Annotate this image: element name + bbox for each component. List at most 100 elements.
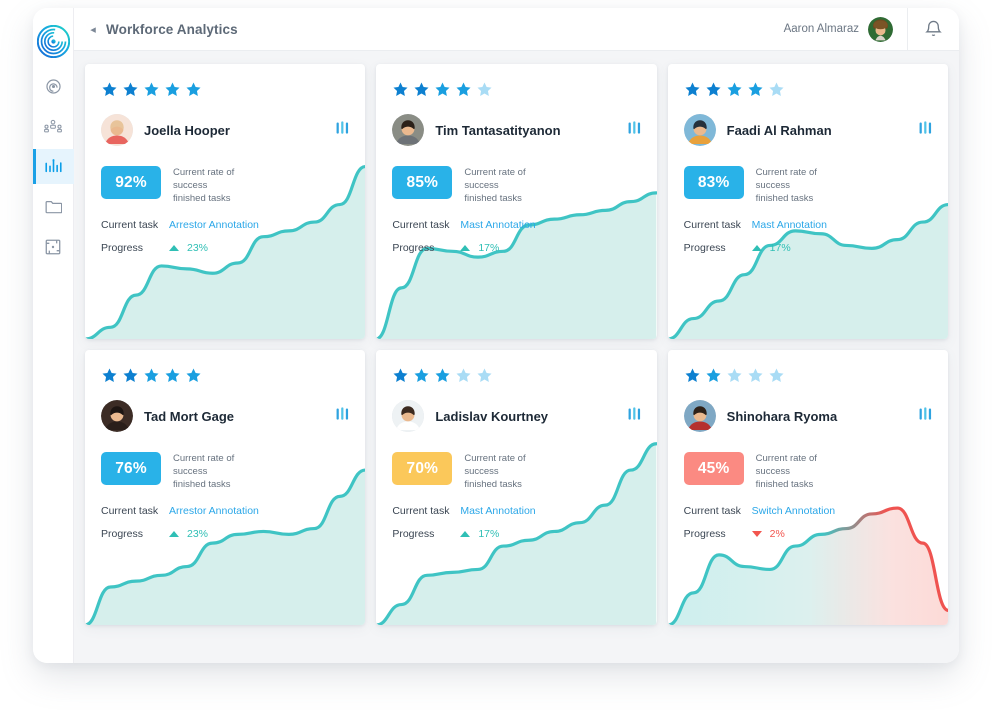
equalizer-icon[interactable] [628, 406, 641, 426]
success-rate-badge: 85% [392, 166, 453, 199]
star-icon[interactable] [726, 367, 743, 384]
success-rate-badge: 70% [392, 452, 453, 485]
star-icon[interactable] [413, 367, 430, 384]
equalizer-icon[interactable] [628, 120, 641, 140]
current-task-label: Current task [392, 505, 450, 518]
progress-label: Progress [683, 242, 726, 255]
back-button[interactable]: ◂ [74, 8, 102, 51]
progress-up-arrow-icon [460, 245, 471, 252]
star-icon[interactable] [705, 81, 722, 98]
employee-card[interactable]: Tad Mort Gage 76% Current rate of success fi… [85, 350, 366, 625]
wifi-spiral-icon [45, 79, 61, 94]
card-body: Shinohara Ryoma 45% Current rate of success… [668, 350, 948, 540]
sidebar-item-analytics[interactable] [33, 149, 74, 184]
current-task-label: Current task [683, 505, 741, 518]
star-icon[interactable] [726, 81, 743, 98]
star-rating[interactable] [392, 81, 640, 98]
current-task-link[interactable]: Arrestor Annotation [169, 219, 259, 231]
progress-label: Progress [101, 528, 144, 541]
employee-card[interactable]: Ladislav Kourtney 70% Current rate of succe… [376, 350, 657, 625]
star-icon[interactable] [122, 81, 139, 98]
success-rate-badge: 83% [683, 166, 744, 199]
progress-label: Progress [683, 528, 726, 541]
star-icon[interactable] [455, 81, 472, 98]
star-icon[interactable] [768, 81, 785, 98]
star-icon[interactable] [413, 81, 430, 98]
progress-value: 17% [478, 528, 500, 541]
star-icon[interactable] [101, 367, 118, 384]
success-rate-label: Current rate of success finished tasks [173, 453, 235, 490]
star-icon[interactable] [455, 367, 472, 384]
sidebar-item-teams[interactable] [33, 109, 74, 144]
star-icon[interactable] [101, 81, 118, 98]
progress-up-arrow-icon [169, 531, 179, 538]
current-task-link[interactable]: Mast Annotation [460, 505, 535, 517]
equalizer-icon[interactable] [336, 120, 349, 140]
current-task-link[interactable]: Switch Annotation [752, 505, 835, 517]
person-row: Faadi Al Rahman [683, 114, 932, 146]
person-name: Joella Hooper [144, 122, 230, 138]
top-bar: ◂ Workforce Analytics Aaron Almaraz [74, 8, 959, 51]
star-icon[interactable] [476, 81, 493, 98]
star-rating[interactable] [392, 367, 640, 384]
sidebar-item-files[interactable] [33, 189, 74, 224]
person-row: Ladislav Kourtney [392, 400, 640, 432]
avatar [392, 114, 425, 146]
employee-card[interactable]: Joella Hooper 92% Current rate of success fi… [85, 64, 366, 339]
star-rating[interactable] [684, 367, 932, 384]
star-icon[interactable] [185, 81, 202, 98]
spiral-logo-icon [36, 24, 70, 58]
star-icon[interactable] [434, 367, 451, 384]
current-task-row: Current task Arrestor Annotation [101, 219, 349, 231]
user-chip[interactable]: Aaron Almaraz [784, 8, 908, 51]
equalizer-icon[interactable] [919, 406, 932, 426]
success-rate-label: Current rate of success finished tasks [173, 167, 235, 204]
card-body: Joella Hooper 92% Current rate of success fi… [85, 64, 365, 254]
employee-card-grid: Joella Hooper 92% Current rate of success fi… [85, 64, 948, 625]
star-icon[interactable] [768, 367, 785, 384]
current-task-link[interactable]: Arrestor Annotation [169, 505, 259, 517]
folder-icon [45, 201, 62, 214]
star-icon[interactable] [143, 81, 160, 98]
card-body: Faadi Al Rahman 83% Current rate of success… [668, 64, 948, 254]
sidebar [33, 8, 74, 663]
star-icon[interactable] [122, 367, 139, 384]
progress-label: Progress [392, 242, 435, 255]
progress-value: 23% [187, 242, 209, 255]
star-icon[interactable] [684, 367, 701, 384]
progress-value: 23% [187, 528, 209, 541]
star-icon[interactable] [684, 81, 701, 98]
current-task-link[interactable]: Mast Annotation [752, 219, 827, 231]
success-rate-row: 83% Current rate of success finished tasks [683, 166, 932, 205]
star-icon[interactable] [392, 367, 409, 384]
star-icon[interactable] [143, 367, 160, 384]
person-name: Tad Mort Gage [144, 408, 235, 424]
employee-card[interactable]: Tim Tantasatityanon 85% Current rate of suc… [376, 64, 657, 339]
progress-value: 2% [769, 528, 785, 541]
notifications-button[interactable] [908, 8, 959, 51]
app-logo[interactable] [33, 18, 74, 64]
current-task-label: Current task [392, 219, 450, 232]
star-icon[interactable] [747, 81, 764, 98]
star-rating[interactable] [101, 81, 349, 98]
person-name: Shinohara Ryoma [726, 408, 838, 424]
sidebar-item-workspace[interactable] [33, 229, 74, 264]
star-icon[interactable] [434, 81, 451, 98]
star-icon[interactable] [185, 367, 202, 384]
star-icon[interactable] [476, 367, 493, 384]
sidebar-item-signal[interactable] [33, 69, 74, 104]
star-icon[interactable] [705, 367, 722, 384]
star-rating[interactable] [101, 367, 349, 384]
star-icon[interactable] [164, 81, 181, 98]
person-row: Shinohara Ryoma [683, 400, 932, 432]
employee-card[interactable]: Faadi Al Rahman 83% Current rate of success… [667, 64, 948, 339]
star-icon[interactable] [747, 367, 764, 384]
employee-card[interactable]: Shinohara Ryoma 45% Current rate of success… [667, 350, 948, 625]
success-rate-badge: 76% [101, 452, 161, 485]
star-icon[interactable] [164, 367, 181, 384]
current-task-link[interactable]: Mast Annotation [460, 219, 535, 231]
star-rating[interactable] [684, 81, 932, 98]
star-icon[interactable] [392, 81, 409, 98]
equalizer-icon[interactable] [919, 120, 932, 140]
equalizer-icon[interactable] [336, 406, 349, 426]
